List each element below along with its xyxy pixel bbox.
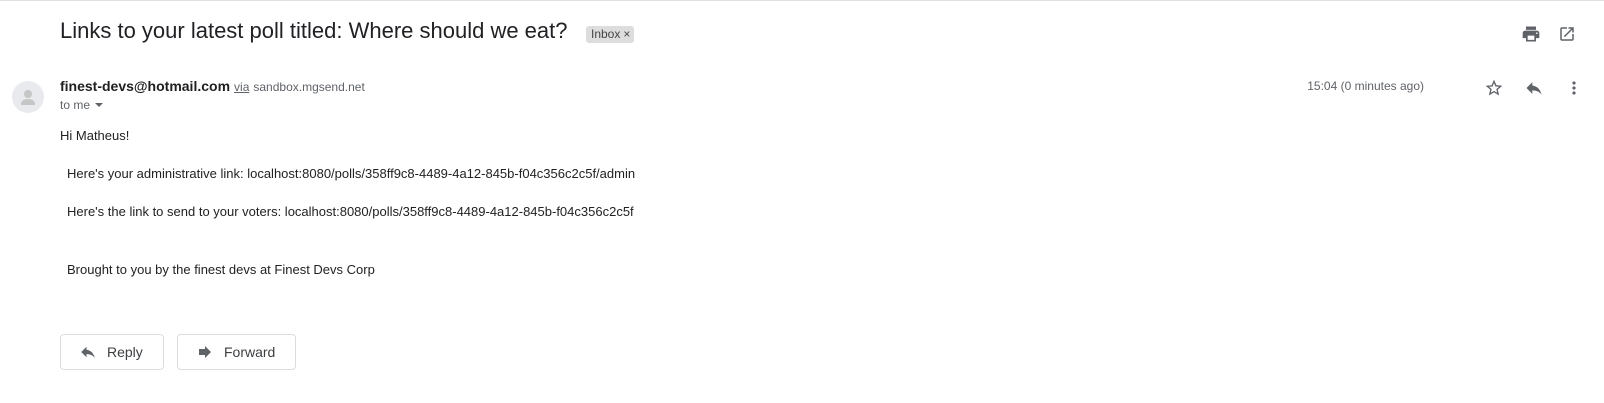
- sender-line: finest-devs@hotmail.com via sandbox.mgse…: [60, 78, 365, 94]
- recipient-details-toggle[interactable]: to me: [60, 98, 104, 112]
- remove-label-icon[interactable]: ×: [623, 26, 630, 43]
- forward-button[interactable]: Forward: [177, 334, 297, 370]
- voter-link-line: Here's the link to send to your voters: …: [67, 204, 634, 219]
- chevron-down-icon: [95, 103, 104, 107]
- via-link[interactable]: via: [234, 80, 249, 94]
- reply-button-label: Reply: [107, 344, 143, 360]
- timestamp: 15:04 (0 minutes ago): [1307, 79, 1424, 93]
- top-divider: [0, 0, 1604, 1]
- sender-email[interactable]: finest-devs@hotmail.com: [60, 78, 230, 94]
- inbox-label-chip[interactable]: Inbox ×: [586, 26, 635, 43]
- forward-button-label: Forward: [224, 344, 276, 360]
- default-avatar-icon: [21, 90, 35, 105]
- open-in-new-window-icon[interactable]: [1555, 22, 1579, 46]
- via-domain: sandbox.mgsend.net: [253, 80, 365, 94]
- forward-icon: [199, 346, 211, 358]
- recipient-text: to me: [60, 98, 91, 112]
- reply-button[interactable]: Reply: [60, 334, 164, 370]
- star-icon[interactable]: [1482, 76, 1506, 100]
- more-vert-icon[interactable]: [1562, 76, 1586, 100]
- sender-avatar: [12, 81, 44, 113]
- email-greeting: Hi Matheus!: [60, 128, 130, 143]
- label-text: Inbox: [591, 27, 621, 41]
- print-icon[interactable]: [1519, 22, 1543, 46]
- email-subject: Links to your latest poll titled: Where …: [60, 18, 568, 43]
- admin-link-line: Here's your administrative link: localho…: [67, 166, 636, 181]
- reply-icon[interactable]: [1522, 76, 1546, 100]
- email-signature: Brought to you by the finest devs at Fin…: [67, 262, 375, 277]
- reply-icon: [81, 346, 95, 358]
